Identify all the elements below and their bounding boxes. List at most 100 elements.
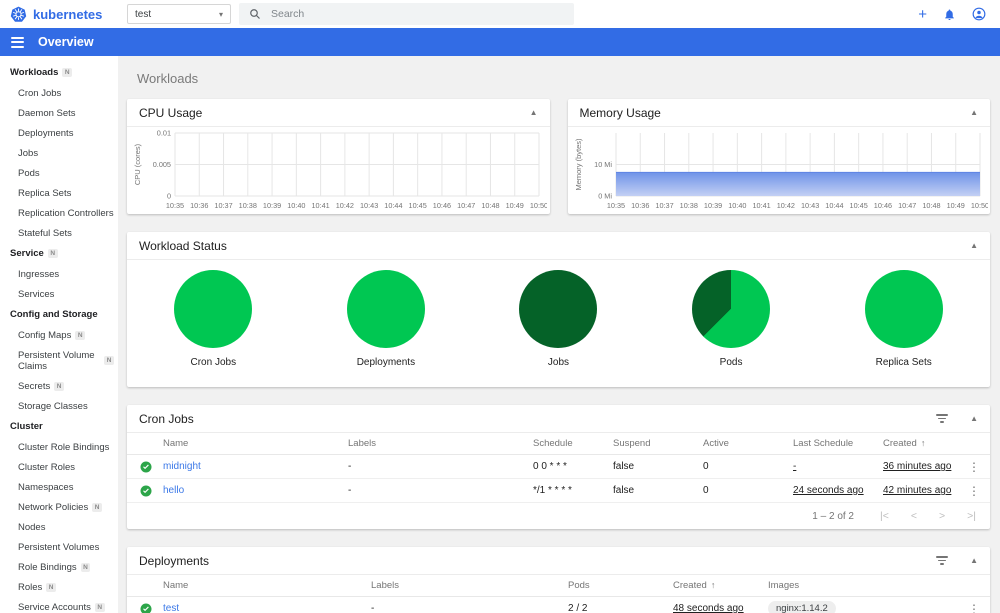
svg-text:10:41: 10:41 (752, 201, 770, 210)
sidebar-item-roles[interactable]: Roles N (0, 577, 118, 597)
column-header-labels[interactable]: Labels (371, 580, 568, 591)
pie-chart-cron-jobs[interactable] (174, 270, 253, 348)
svg-text:10:39: 10:39 (703, 201, 721, 210)
sidebar-item-service-accounts[interactable]: Service Accounts N (0, 597, 118, 613)
sidebar-item-label: Stateful Sets (18, 227, 72, 239)
main-content: Workloads CPU Usage ▲ 10:35 10:36 10:37 10:… (118, 56, 1000, 613)
last-schedule-value[interactable]: 24 seconds ago (793, 485, 864, 496)
sidebar-section-label: Cluster (10, 421, 43, 432)
sidebar-item-label: Deployments (18, 127, 74, 139)
sidebar-item-ingresses[interactable]: Ingresses (0, 264, 118, 284)
previous-page-icon[interactable]: < (911, 510, 917, 522)
column-header-suspend[interactable]: Suspend (613, 438, 703, 449)
sidebar-item-config-maps[interactable]: Config Maps N (0, 325, 118, 345)
sidebar-item-secrets[interactable]: Secrets N (0, 376, 118, 396)
kubernetes-logo[interactable]: kubernetes (0, 6, 118, 23)
column-header-last-schedule[interactable]: Last Schedule (793, 438, 883, 449)
svg-text:10:45: 10:45 (409, 201, 427, 210)
cronjob-name-link[interactable]: hello (163, 485, 184, 496)
sidebar-item-replica-sets[interactable]: Replica Sets (0, 183, 118, 203)
cronjob-name-link[interactable]: midnight (163, 461, 348, 472)
sidebar-item-jobs[interactable]: Jobs (0, 143, 118, 163)
column-header-name[interactable]: Name (163, 580, 371, 591)
created-value[interactable]: 42 minutes ago (883, 485, 951, 496)
svg-text:10:43: 10:43 (801, 201, 819, 210)
svg-text:10:44: 10:44 (825, 201, 843, 210)
column-header-active[interactable]: Active (703, 438, 793, 449)
sidebar-item-replication-controllers[interactable]: Replication Controllers (0, 203, 118, 223)
notifications-bell-icon[interactable] (943, 8, 956, 21)
row-menu-icon[interactable]: ⋮ (964, 484, 990, 498)
sidebar-section-service[interactable]: Service N (0, 243, 118, 264)
column-header-labels[interactable]: Labels (348, 438, 533, 449)
collapse-caret-icon[interactable]: ▲ (970, 108, 978, 117)
pie-chart-jobs[interactable] (519, 270, 598, 348)
sidebar-item-cron-jobs[interactable]: Cron Jobs (0, 83, 118, 103)
svg-text:Memory (bytes): Memory (bytes) (574, 138, 583, 191)
collapse-caret-icon[interactable]: ▲ (970, 556, 978, 565)
column-header-created[interactable]: Created ↑ (883, 438, 964, 449)
cronjob-name-link[interactable]: midnight (163, 461, 201, 472)
sidebar-item-network-policies[interactable]: Network Policies N (0, 497, 118, 517)
cronjob-name-link[interactable]: hello (163, 485, 348, 496)
page-header-title: Overview (38, 35, 94, 49)
column-header-pods[interactable]: Pods (568, 580, 673, 591)
filter-list-icon[interactable] (936, 414, 949, 423)
pie-chart-replica-sets[interactable] (864, 270, 943, 348)
svg-text:10:48: 10:48 (481, 201, 499, 210)
sidebar-section-workloads[interactable]: Workloads N (0, 62, 118, 83)
collapse-caret-icon[interactable]: ▲ (970, 241, 978, 250)
workload-pie-replica-sets: Replica Sets (817, 270, 990, 368)
search-bar[interactable] (239, 3, 574, 25)
pie-label: Pods (719, 357, 743, 368)
svg-text:10:49: 10:49 (946, 201, 964, 210)
svg-text:10:47: 10:47 (457, 201, 475, 210)
column-header-images[interactable]: Images (768, 580, 964, 591)
pie-label: Replica Sets (875, 357, 932, 368)
namespace-selector[interactable]: test ▾ (127, 4, 231, 24)
svg-text:10:36: 10:36 (631, 201, 649, 210)
sidebar-item-stateful-sets[interactable]: Stateful Sets (0, 223, 118, 243)
pie-chart-deployments[interactable] (346, 270, 425, 348)
sidebar-item-persistent-volume-claims[interactable]: Persistent Volume Claims N (0, 345, 118, 376)
deployment-name-link[interactable]: test (163, 603, 371, 613)
deployment-name-link[interactable]: test (163, 603, 179, 613)
row-menu-icon[interactable]: ⋮ (964, 602, 990, 613)
svg-text:0: 0 (167, 192, 171, 201)
search-input[interactable] (271, 8, 531, 20)
last-page-icon[interactable]: >| (967, 510, 976, 522)
sidebar-item-cluster-roles[interactable]: Cluster Roles (0, 457, 118, 477)
sidebar-item-deployments[interactable]: Deployments (0, 123, 118, 143)
sidebar-item-nodes[interactable]: Nodes (0, 517, 118, 537)
hamburger-menu-icon[interactable] (11, 36, 24, 48)
sidebar-section-config-and-storage[interactable]: Config and Storage (0, 304, 118, 325)
collapse-caret-icon[interactable]: ▲ (970, 414, 978, 423)
sidebar-item-services[interactable]: Services (0, 284, 118, 304)
sidebar-item-role-bindings[interactable]: Role Bindings N (0, 557, 118, 577)
collapse-caret-icon[interactable]: ▲ (530, 108, 538, 117)
column-header-created[interactable]: Created ↑ (673, 580, 768, 591)
sidebar-item-cluster-role-bindings[interactable]: Cluster Role Bindings (0, 437, 118, 457)
created-value[interactable]: 48 seconds ago (673, 603, 744, 613)
sidebar-item-persistent-volumes[interactable]: Persistent Volumes (0, 537, 118, 557)
first-page-icon[interactable]: |< (880, 510, 889, 522)
row-menu-icon[interactable]: ⋮ (964, 460, 990, 474)
column-header-schedule[interactable]: Schedule (533, 438, 613, 449)
next-page-icon[interactable]: > (939, 510, 945, 522)
create-resource-plus-icon[interactable]: + (918, 7, 927, 22)
sidebar-item-pods[interactable]: Pods (0, 163, 118, 183)
user-account-icon[interactable] (972, 7, 986, 21)
svg-text:10:42: 10:42 (776, 201, 794, 210)
created-value[interactable]: 36 minutes ago (883, 461, 951, 472)
sidebar-item-daemon-sets[interactable]: Daemon Sets (0, 103, 118, 123)
column-header-name[interactable]: Name (163, 438, 348, 449)
svg-text:10:40: 10:40 (287, 201, 305, 210)
sidebar-section-label: Workloads (10, 67, 59, 78)
pie-chart-pods[interactable] (692, 270, 771, 348)
sidebar-item-namespaces[interactable]: Namespaces (0, 477, 118, 497)
svg-text:CPU (cores): CPU (cores) (133, 143, 142, 185)
sidebar-item-storage-classes[interactable]: Storage Classes (0, 396, 118, 416)
filter-list-icon[interactable] (936, 556, 949, 565)
last-schedule-value[interactable]: - (793, 461, 796, 472)
sidebar-section-cluster[interactable]: Cluster (0, 416, 118, 437)
